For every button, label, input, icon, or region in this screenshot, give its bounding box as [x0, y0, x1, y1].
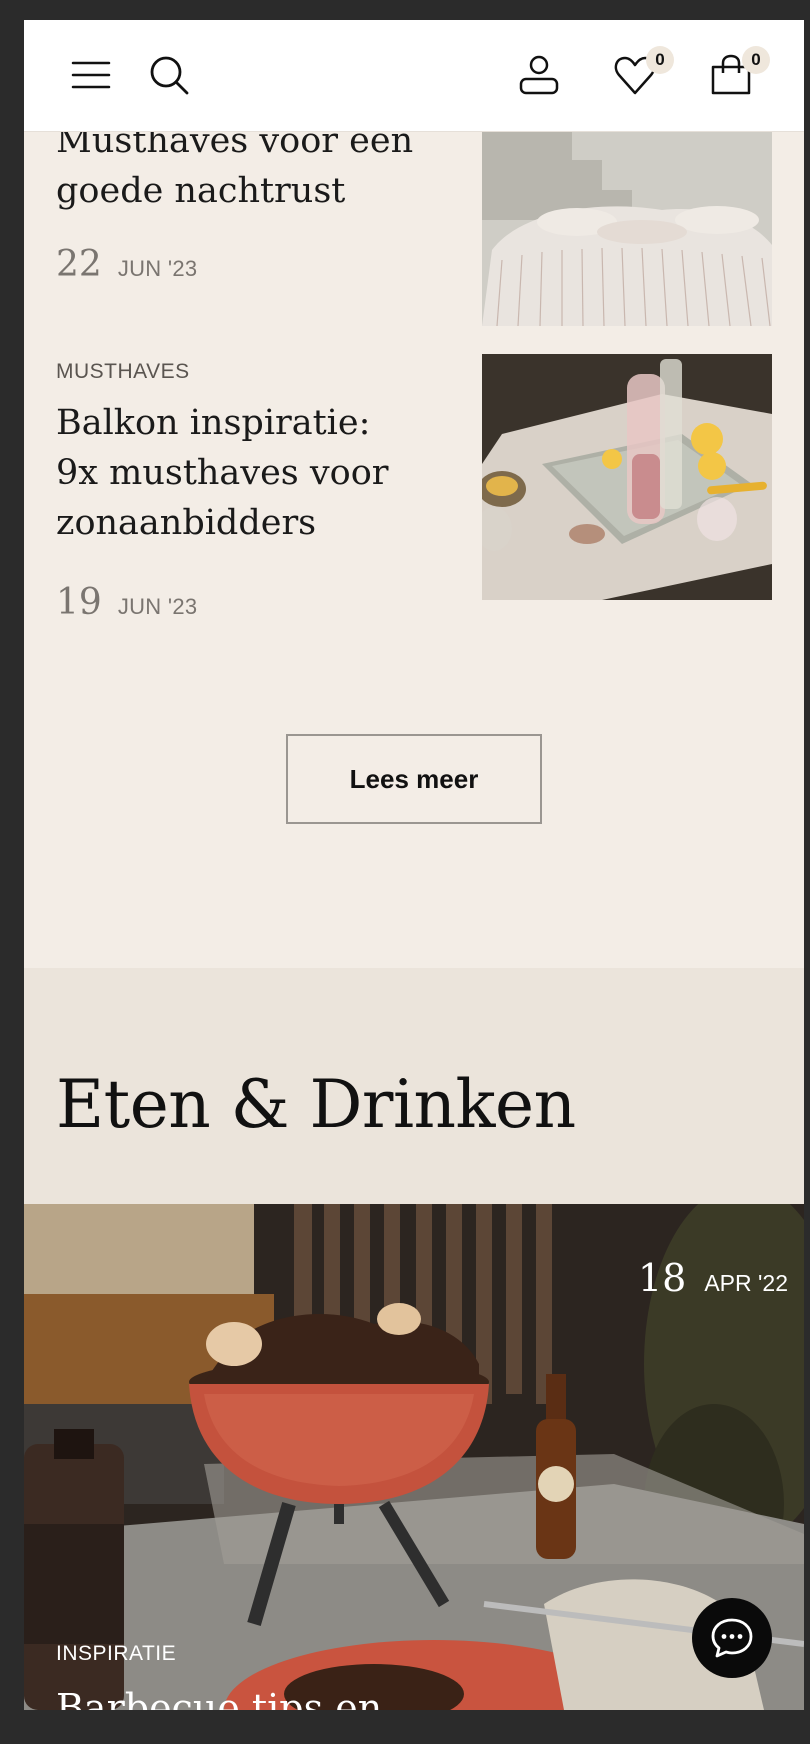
hero-date: 18 APR '22: [638, 1256, 788, 1300]
heart-icon[interactable]: 0: [610, 46, 674, 100]
read-more-button[interactable]: Lees meer: [286, 734, 542, 824]
hero-date-month: APR '22: [704, 1270, 788, 1296]
chat-button[interactable]: [692, 1598, 772, 1678]
shopping-bag-icon[interactable]: 0: [706, 46, 770, 100]
section-title: Eten & Drinken: [56, 1066, 576, 1143]
top-header: 0 0: [24, 20, 804, 132]
article-date: 22 JUN '23: [56, 244, 436, 285]
search-icon[interactable]: [144, 50, 194, 100]
wishlist-count-badge: 0: [646, 46, 674, 74]
article-date: 19 JUN '23: [56, 582, 436, 623]
hero-date-day: 18: [637, 1256, 687, 1300]
article-date-day: 19: [56, 582, 102, 623]
section-header-food-drinks: Eten & Drinken: [24, 968, 804, 1204]
cart-count-badge: 0: [742, 46, 770, 74]
article-date-month: JUN '23: [117, 594, 198, 619]
user-icon[interactable]: [514, 50, 564, 100]
hero-article-card[interactable]: 18 APR '22 INSPIRATIE Barbecue tips en..…: [24, 1204, 804, 1710]
article-image-balcony[interactable]: [482, 354, 772, 600]
article-date-day: 22: [56, 244, 102, 285]
article-date-month: JUN '23: [117, 256, 198, 281]
page-frame: 0 0 Musthaves voor een goede nachtrust 2…: [24, 20, 804, 1710]
hero-title[interactable]: Barbecue tips en...: [56, 1686, 418, 1710]
hamburger-icon[interactable]: [66, 50, 116, 100]
chat-bubble-icon: [711, 1618, 753, 1658]
article-category: MUSTHAVES: [56, 360, 190, 383]
hero-category: INSPIRATIE: [56, 1642, 177, 1665]
article-title[interactable]: Balkon inspiratie: 9x musthaves voor zon…: [56, 398, 416, 548]
